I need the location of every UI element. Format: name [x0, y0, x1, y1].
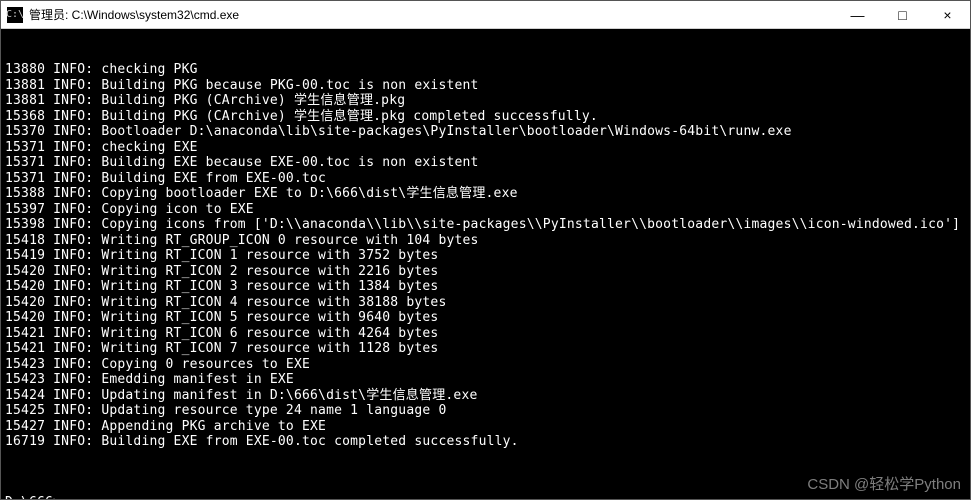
output-line: 15370 INFO: Bootloader D:\anaconda\lib\s…: [5, 124, 966, 140]
output-line: 15420 INFO: Writing RT_ICON 5 resource w…: [5, 310, 966, 326]
close-button[interactable]: ×: [925, 1, 970, 28]
cmd-window: C:\ 管理员: C:\Windows\system32\cmd.exe — □…: [0, 0, 971, 500]
output-line: 16719 INFO: Building EXE from EXE-00.toc…: [5, 434, 966, 450]
output-line: 13880 INFO: checking PKG: [5, 62, 966, 78]
output-line: 15421 INFO: Writing RT_ICON 6 resource w…: [5, 326, 966, 342]
output-line: 15423 INFO: Copying 0 resources to EXE: [5, 357, 966, 373]
output-line: 15398 INFO: Copying icons from ['D:\\ana…: [5, 217, 966, 233]
output-line: 15427 INFO: Appending PKG archive to EXE: [5, 419, 966, 435]
minimize-button[interactable]: —: [835, 1, 880, 28]
prompt-text: D:\666>: [5, 495, 61, 500]
output-line: 15420 INFO: Writing RT_ICON 4 resource w…: [5, 295, 966, 311]
output-line: 15420 INFO: Writing RT_ICON 3 resource w…: [5, 279, 966, 295]
output-line: 15418 INFO: Writing RT_GROUP_ICON 0 reso…: [5, 233, 966, 249]
window-controls: — □ ×: [835, 1, 970, 28]
terminal-output[interactable]: 13880 INFO: checking PKG13881 INFO: Buil…: [1, 29, 970, 499]
output-line: 15421 INFO: Writing RT_ICON 7 resource w…: [5, 341, 966, 357]
maximize-button[interactable]: □: [880, 1, 925, 28]
output-line: 15419 INFO: Writing RT_ICON 1 resource w…: [5, 248, 966, 264]
output-line: 15397 INFO: Copying icon to EXE: [5, 202, 966, 218]
output-line: 15420 INFO: Writing RT_ICON 2 resource w…: [5, 264, 966, 280]
output-line: 15371 INFO: Building EXE from EXE-00.toc: [5, 171, 966, 187]
titlebar[interactable]: C:\ 管理员: C:\Windows\system32\cmd.exe — □…: [1, 1, 970, 29]
cmd-icon: C:\: [7, 7, 23, 23]
output-line: 13881 INFO: Building PKG because PKG-00.…: [5, 78, 966, 94]
output-line: 15371 INFO: checking EXE: [5, 140, 966, 156]
prompt-line: D:\666>: [5, 495, 966, 500]
output-line: 15368 INFO: Building PKG (CArchive) 学生信息…: [5, 109, 966, 125]
output-line: 15423 INFO: Emedding manifest in EXE: [5, 372, 966, 388]
window-title: 管理员: C:\Windows\system32\cmd.exe: [29, 6, 835, 23]
output-line: 15388 INFO: Copying bootloader EXE to D:…: [5, 186, 966, 202]
output-line: 15371 INFO: Building EXE because EXE-00.…: [5, 155, 966, 171]
output-line: 15425 INFO: Updating resource type 24 na…: [5, 403, 966, 419]
output-line: 13881 INFO: Building PKG (CArchive) 学生信息…: [5, 93, 966, 109]
output-line: 15424 INFO: Updating manifest in D:\666\…: [5, 388, 966, 404]
